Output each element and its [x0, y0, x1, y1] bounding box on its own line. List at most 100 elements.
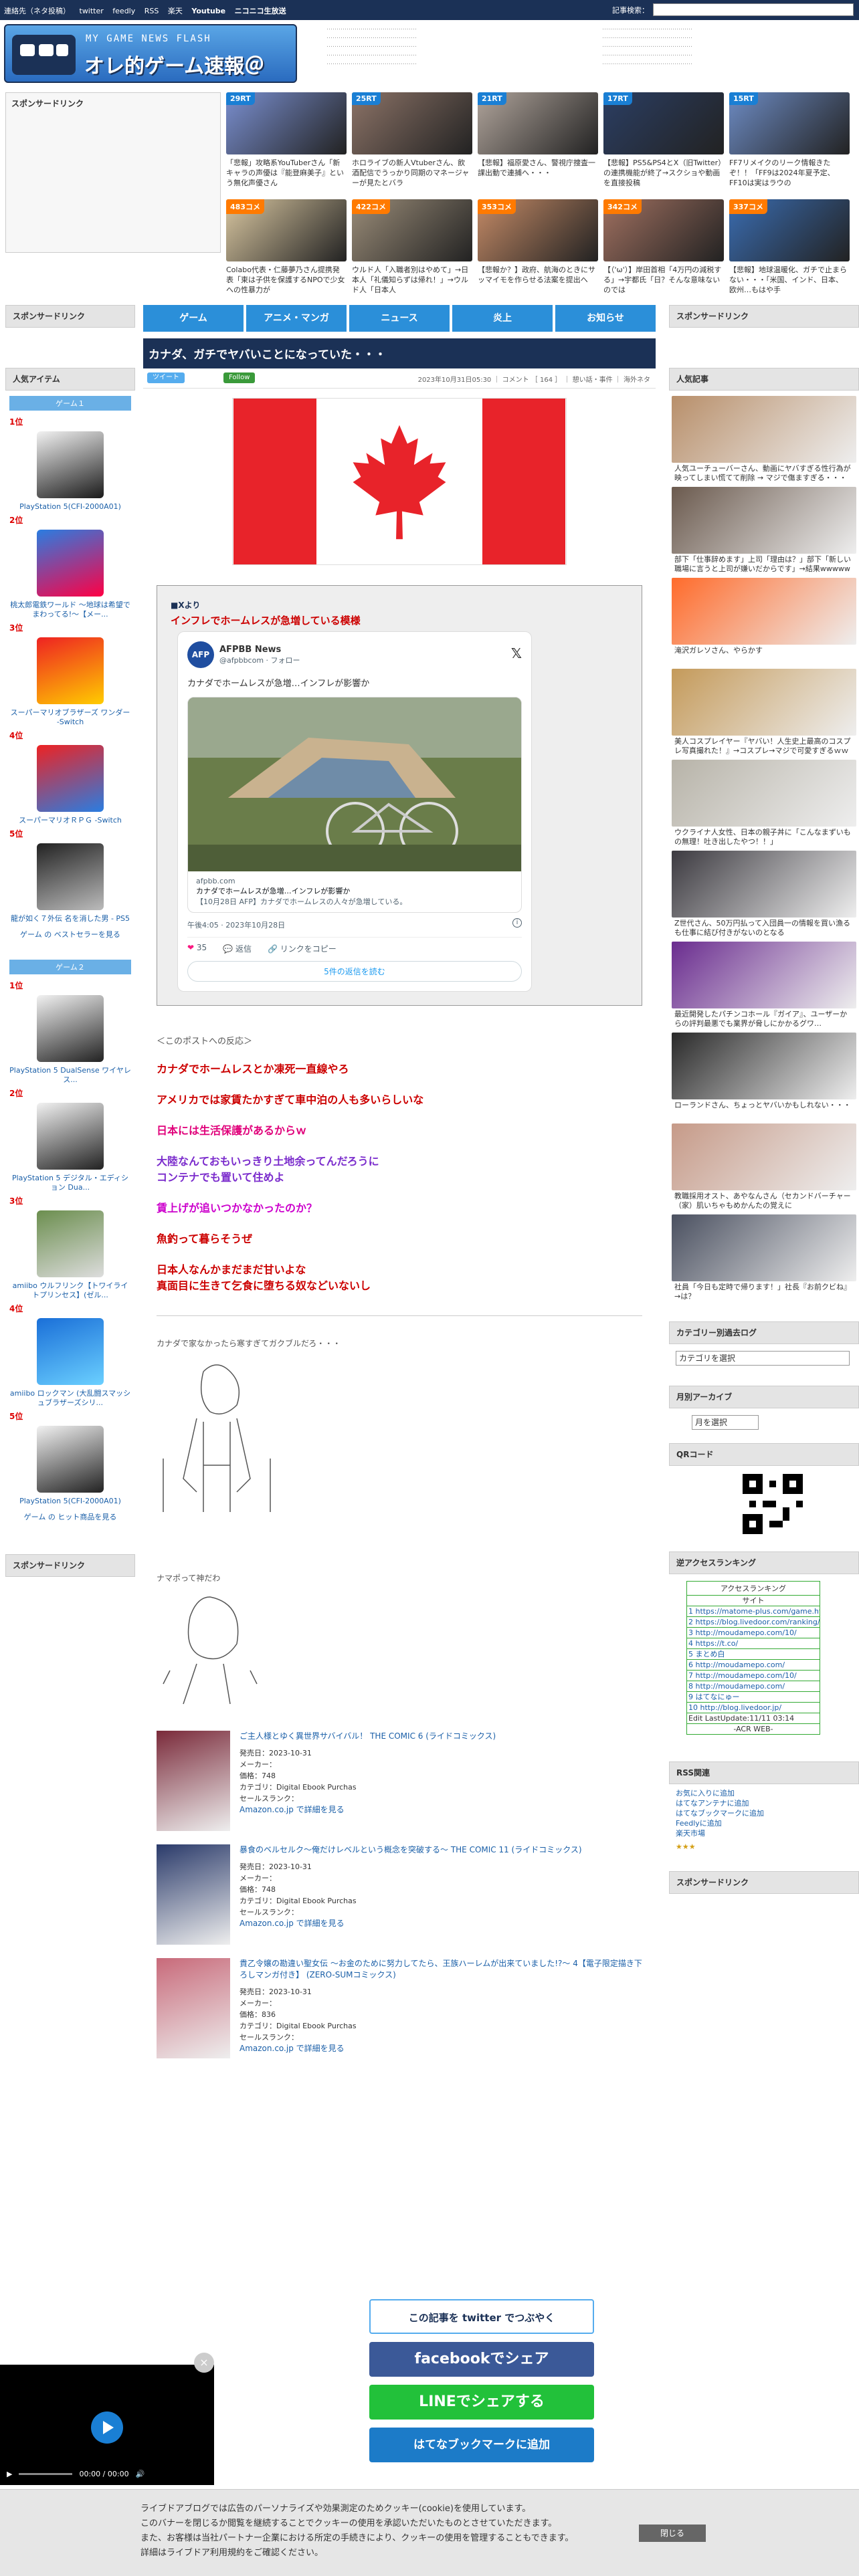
popular-article[interactable]: ローランドさん、ちょっとヤバいかもしれない・・・ — [672, 1033, 856, 1121]
tweet-button[interactable]: ツイート — [147, 372, 185, 383]
x-logo-icon[interactable]: 𝕏 — [511, 645, 522, 661]
popular-thumbnail[interactable] — [672, 851, 856, 918]
product-image[interactable] — [37, 1318, 104, 1385]
popular-caption[interactable]: 美人コスプレイヤー『ヤバい！人生史上最高のコスプレ写真撮れた！』→コスプレ→マジ… — [674, 737, 854, 756]
rank-entry[interactable]: 4位 amiibo ロックマン (大乱闘スマッシュブラザーズシリ... — [5, 1303, 135, 1408]
product-name[interactable]: amiibo ロックマン (大乱闘スマッシュブラザーズシリ... — [5, 1389, 135, 1408]
product-cover[interactable] — [157, 1958, 230, 2058]
product-cover[interactable] — [157, 1731, 230, 1831]
popular-article[interactable]: Z世代さん、50万円払って入団員一の情報を買い漁るも仕事に結び付きがないのとなる — [672, 851, 856, 939]
product-name[interactable]: 龍が如く７外伝 名を消した男 - PS5 — [5, 914, 135, 924]
read-replies-button[interactable]: 5件の返信を読む — [187, 961, 522, 982]
tile-caption[interactable]: 【悲報】地球温暖化、ガチで止まらない・・・「米国、インド、日本、欧州…もはや手 — [729, 265, 850, 296]
acr-row[interactable]: 9 はてなにゅー — [687, 1691, 820, 1702]
amazon-detail-link[interactable]: Amazon.co.jp で詳細を見る — [240, 1805, 345, 1814]
acr-row[interactable]: 10 http://blog.livedoor.jp/ — [687, 1702, 820, 1713]
product-name[interactable]: PlayStation 5(CFI-2000A01) — [5, 1497, 135, 1506]
rank-entry[interactable]: 2位 桃太郎電鉄ワールド ～地球は希望でまわってる!～【メー... — [5, 514, 135, 619]
tile-caption[interactable]: 【悲報】福原愛さん、警視庁捜査一課出動で連捕へ・・・ — [478, 158, 598, 189]
rss-link[interactable]: はてなアンテナに追加 — [676, 1798, 852, 1808]
product-cover[interactable] — [157, 1844, 230, 1945]
rank-entry[interactable]: 2位 PlayStation 5 デジタル・エディション Dua... — [5, 1087, 135, 1192]
product-image[interactable] — [37, 530, 104, 597]
link-rss[interactable]: RSS — [145, 7, 159, 15]
link-rakuten[interactable]: 楽天 — [168, 7, 183, 15]
game2-more-link[interactable]: ゲーム の ヒット商品を見る — [5, 1511, 135, 1522]
popular-article[interactable]: 部下「仕事辞めます」上司「理由は？」部下「新しい職場に言うと上司が嫌いだからです… — [672, 487, 856, 575]
featured-tile[interactable]: 483コメ Colabo代表・仁藤夢乃さん提携発表「東は子供を保護するNPOで少女… — [226, 199, 347, 300]
featured-tile[interactable]: 15RT FF7リメイクのリーク情報きたぞ！！「FF9は2024年夏予定、FF10… — [729, 92, 850, 193]
featured-tile[interactable]: 25RT ホロライブの新人Vtuberさん、飲酒配信でうっかり同期のマネージャーが… — [352, 92, 472, 193]
nav-anime[interactable]: アニメ・マンガ — [246, 305, 347, 332]
acr-row[interactable]: 7 http://moudamepo.com/10/ — [687, 1670, 820, 1681]
popular-thumbnail[interactable] — [672, 578, 856, 645]
popular-thumbnail[interactable] — [672, 760, 856, 827]
info-icon[interactable]: i — [512, 918, 522, 928]
tile-caption[interactable]: Colabo代表・仁藤夢乃さん提携発表「東は子供を保護するNPOで少女への性暴力… — [226, 265, 347, 296]
popular-thumbnail[interactable] — [672, 1214, 856, 1281]
popular-caption[interactable]: 最近開発したパチンコホール『ガイア』、ユーザーからの評判最悪でも業界が脅しにかか… — [674, 1010, 854, 1029]
featured-tile[interactable]: 29RT 「悲報」攻略系YouTuberさん「新キャラの声優は『能登麻美子』という… — [226, 92, 347, 193]
rank-entry[interactable]: 3位 スーパーマリオブラザーズ ワンダー -Switch — [5, 622, 135, 727]
link-niconico[interactable]: ニコニコ生放送 — [235, 7, 286, 15]
video-player[interactable]: × ▶ 00:00 / 00:00 🔊 — [0, 2353, 214, 2485]
acr-row[interactable]: 5 まとめ白 — [687, 1648, 820, 1659]
tile-caption[interactable]: ウルド人「入職者別はやめて」→日本人「礼儀知らずは帰れ！」→ウルド人「日本人 — [352, 265, 472, 296]
embedded-tweet[interactable]: AFP AFPBB News @afpbbcom · フォロー 𝕏 カナダでホー… — [177, 631, 532, 992]
acr-footer[interactable]: Edit LastUpdate:11/11 03:14 — [687, 1713, 820, 1723]
copy-link-button[interactable]: 🔗 リンクをコピー — [268, 943, 337, 954]
popular-caption[interactable]: 教職採用オスト、あやなんさん（セカンドバーチャー（家）肌いちゃもめかんたの覚えに — [674, 1192, 854, 1210]
popular-thumbnail[interactable] — [672, 669, 856, 736]
product-image[interactable] — [37, 1103, 104, 1170]
share-hatena-button[interactable]: はてなブックマークに追加 — [369, 2428, 594, 2462]
popular-thumbnail[interactable] — [672, 1123, 856, 1190]
product-image[interactable] — [37, 637, 104, 704]
nav-info[interactable]: お知らせ — [555, 305, 656, 332]
product-name[interactable]: amiibo ウルフリンク【トワイライトプリンセス】(ゼル... — [5, 1281, 135, 1300]
rss-link[interactable]: Feedlyに追加 — [676, 1818, 852, 1828]
product-image[interactable] — [37, 995, 104, 1062]
amazon-detail-link[interactable]: Amazon.co.jp で詳細を見る — [240, 2044, 345, 2053]
popular-caption[interactable]: 滝沢ガレソさん、やらかす — [674, 646, 854, 665]
product-name[interactable]: スーパーマリオブラザーズ ワンダー -Switch — [5, 708, 135, 727]
tweet-author-name[interactable]: AFPBB News — [219, 645, 300, 655]
follow-button[interactable]: Follow — [223, 372, 256, 383]
popular-thumbnail[interactable] — [672, 396, 856, 463]
link-feedly[interactable]: feedly — [112, 7, 135, 15]
link-youtube[interactable]: Youtube — [191, 7, 225, 15]
popular-article[interactable]: 教職採用オスト、あやなんさん（セカンドバーチャー（家）肌いちゃもめかんたの覚えに — [672, 1123, 856, 1212]
cookie-close-button[interactable]: 閉じる — [639, 2525, 706, 2542]
tile-caption[interactable]: 「悲報」攻略系YouTuberさん「新キャラの声優は『能登麻美子』という無化声優… — [226, 158, 347, 189]
product-title-link[interactable]: 貴乙令嬢の勘違い聖女伝 ～お金のために努力してたら、王族ハーレムが出来ていました… — [240, 1959, 642, 1979]
product-title-link[interactable]: 暴食のベルセルク～俺だけレベルという概念を突破する～ THE COMIC 11 … — [240, 1845, 582, 1854]
acr-row[interactable]: 4 https://t.co/ — [687, 1638, 820, 1648]
rank-entry[interactable]: 5位 龍が如く７外伝 名を消した男 - PS5 — [5, 828, 135, 924]
product-image[interactable] — [37, 1210, 104, 1277]
tile-caption[interactable]: 【悲報】PS5&PS4とX（旧Twitter）の連携機能が終了→スクショや動画を… — [603, 158, 724, 189]
acr-brand[interactable]: -ACR WEB- — [687, 1723, 820, 1734]
link-contact[interactable]: 連絡先（ネタ投稿） — [4, 7, 70, 15]
popular-article[interactable]: 滝沢ガレソさん、やらかす — [672, 578, 856, 666]
product-image[interactable] — [37, 431, 104, 498]
search-input[interactable] — [653, 3, 854, 16]
amazon-detail-link[interactable]: Amazon.co.jp で詳細を見る — [240, 1919, 345, 1928]
article-title[interactable]: カナダ、ガチでヤバいことになっていた・・・ — [143, 338, 656, 368]
popular-thumbnail[interactable] — [672, 487, 856, 554]
product-image[interactable] — [37, 1426, 104, 1493]
link-twitter[interactable]: twitter — [80, 7, 104, 15]
popular-thumbnail[interactable] — [672, 942, 856, 1008]
popular-article[interactable]: ウクライナ人女性、日本の親子丼に「こんなまずいもの無理！吐き出したやつ！！」 — [672, 760, 856, 848]
product-name[interactable]: PlayStation 5(CFI-2000A01) — [5, 502, 135, 512]
product-name[interactable]: PlayStation 5 DualSense ワイヤレス... — [5, 1066, 135, 1085]
rank-entry[interactable]: 5位 PlayStation 5(CFI-2000A01) — [5, 1410, 135, 1506]
share-facebook-button[interactable]: facebookでシェア — [369, 2342, 594, 2377]
month-select[interactable]: 月を選択 — [692, 1415, 759, 1430]
tile-caption[interactable]: ホロライブの新人Vtuberさん、飲酒配信でうっかり同期のマネージャーが見たとバ… — [352, 158, 472, 189]
rank-entry[interactable]: 4位 スーパーマリオＲＰＧ -Switch — [5, 730, 135, 825]
acr-row[interactable]: 2 https://blog.livedoor.com/ranking/ — [687, 1616, 820, 1627]
game1-more-link[interactable]: ゲーム の ベストセラーを見る — [5, 929, 135, 940]
nav-enjo[interactable]: 炎上 — [452, 305, 553, 332]
popular-caption[interactable]: Z世代さん、50万円払って入団員一の情報を買い漁るも仕事に結び付きがないのとなる — [674, 919, 854, 938]
share-twitter-button[interactable]: この記事を twitter でつぶやく — [369, 2299, 594, 2334]
featured-tile[interactable]: 17RT 【悲報】PS5&PS4とX（旧Twitter）の連携機能が終了→スクショ… — [603, 92, 724, 193]
